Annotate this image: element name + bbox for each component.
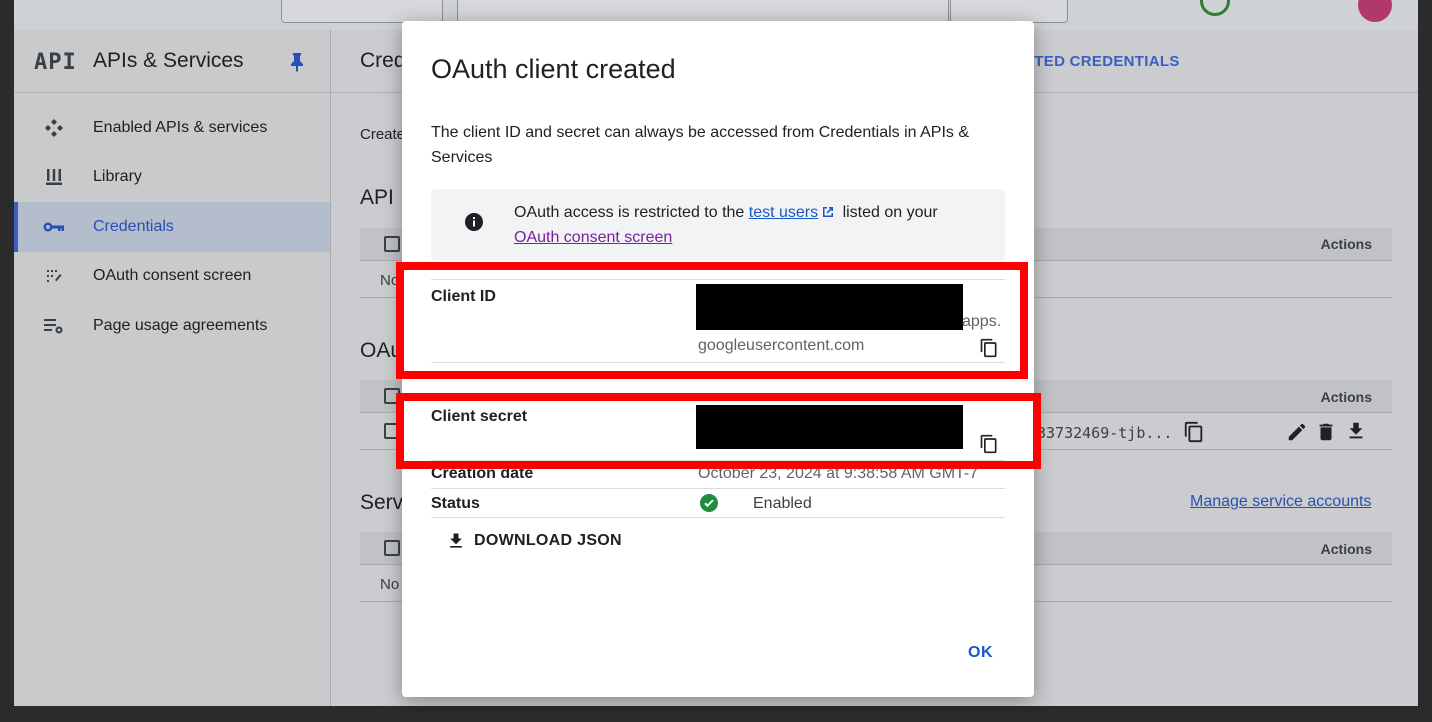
copy-icon[interactable] [1183, 421, 1205, 443]
library-icon [42, 165, 66, 189]
dialog-description: The client ID and secret can always be a… [431, 124, 970, 166]
client-secret-highlight [396, 393, 1041, 469]
info-text: OAuth access is restricted to the test u… [514, 200, 994, 250]
tab-deleted-credentials[interactable]: ETED CREDENTIALS [1024, 53, 1180, 70]
external-link-icon[interactable] [821, 205, 835, 219]
status-label: Status [431, 495, 480, 512]
sidebar-item-library[interactable]: Library [14, 153, 330, 203]
ok-button[interactable]: OK [968, 644, 993, 662]
sidebar-item-enabled-apis[interactable]: Enabled APIs & services [14, 103, 330, 153]
status-value: Enabled [753, 495, 812, 512]
download-icon [450, 533, 462, 548]
client-id-cell: 33732469-tjb... [1037, 424, 1173, 442]
consent-list-icon [42, 264, 66, 288]
select-all-checkbox[interactable] [384, 540, 400, 556]
sidebar-item-oauth-consent[interactable]: OAuth consent screen [14, 252, 330, 302]
select-all-checkbox[interactable] [384, 236, 400, 252]
download-icon[interactable] [1345, 420, 1367, 442]
page-title: Cred [360, 49, 406, 72]
apis-diamond-icon [42, 116, 66, 140]
pin-icon[interactable] [290, 52, 304, 77]
actions-header: Actions [1320, 236, 1372, 252]
search-button[interactable] [950, 0, 1068, 23]
key-icon [42, 215, 66, 239]
sidebar-nav: Enabled APIs & services Library Credenti… [14, 93, 330, 351]
settings-list-icon [42, 314, 66, 338]
download-json-label: DOWNLOAD JSON [474, 532, 622, 549]
sidebar-title: APIs & Services [93, 49, 244, 72]
empty-row-text: No [380, 576, 400, 593]
sidebar-item-page-usage[interactable]: Page usage agreements [14, 301, 330, 351]
search-bar[interactable] [457, 0, 949, 23]
sidebar-item-label: Enabled APIs & services [93, 118, 268, 136]
actions-header: Actions [1320, 541, 1372, 557]
avatar[interactable] [1358, 0, 1392, 22]
info-text-part: listed on your [838, 204, 938, 221]
sidebar-item-label: Page usage agreements [93, 316, 268, 334]
api-logo: API [34, 50, 77, 75]
info-icon [465, 213, 483, 231]
sidebar-item-label: OAuth consent screen [93, 267, 252, 285]
sidebar-item-label: Credentials [93, 217, 174, 235]
sidebar-item-credentials[interactable]: Credentials [14, 202, 330, 252]
info-text-part: OAuth access is restricted to the [514, 204, 749, 221]
sidebar: API APIs & Services Enabled APIs & servi… [14, 30, 331, 706]
sidebar-item-label: Library [93, 168, 142, 186]
api-keys-title: API [360, 186, 394, 209]
download-json-button[interactable]: DOWNLOAD JSON [446, 526, 622, 556]
create-credentials-text[interactable]: Create [360, 126, 405, 143]
test-users-link[interactable]: test users [749, 204, 818, 221]
delete-icon[interactable] [1315, 421, 1337, 443]
check-circle-icon [700, 494, 718, 512]
dialog-title: OAuth client created [431, 54, 676, 84]
status-ring-icon[interactable] [1200, 0, 1230, 16]
info-banner: OAuth access is restricted to the test u… [431, 189, 1005, 261]
status-row: Status Enabled [431, 488, 1005, 518]
oauth-consent-screen-link[interactable]: OAuth consent screen [514, 229, 672, 246]
sidebar-header: API APIs & Services [14, 30, 330, 93]
edit-icon[interactable] [1286, 421, 1308, 443]
project-selector[interactable] [281, 0, 443, 23]
client-id-highlight [396, 262, 1028, 379]
service-accounts-title: Serv [360, 491, 404, 514]
actions-header: Actions [1320, 389, 1372, 405]
manage-service-accounts-link[interactable]: Manage service accounts [1190, 493, 1371, 511]
